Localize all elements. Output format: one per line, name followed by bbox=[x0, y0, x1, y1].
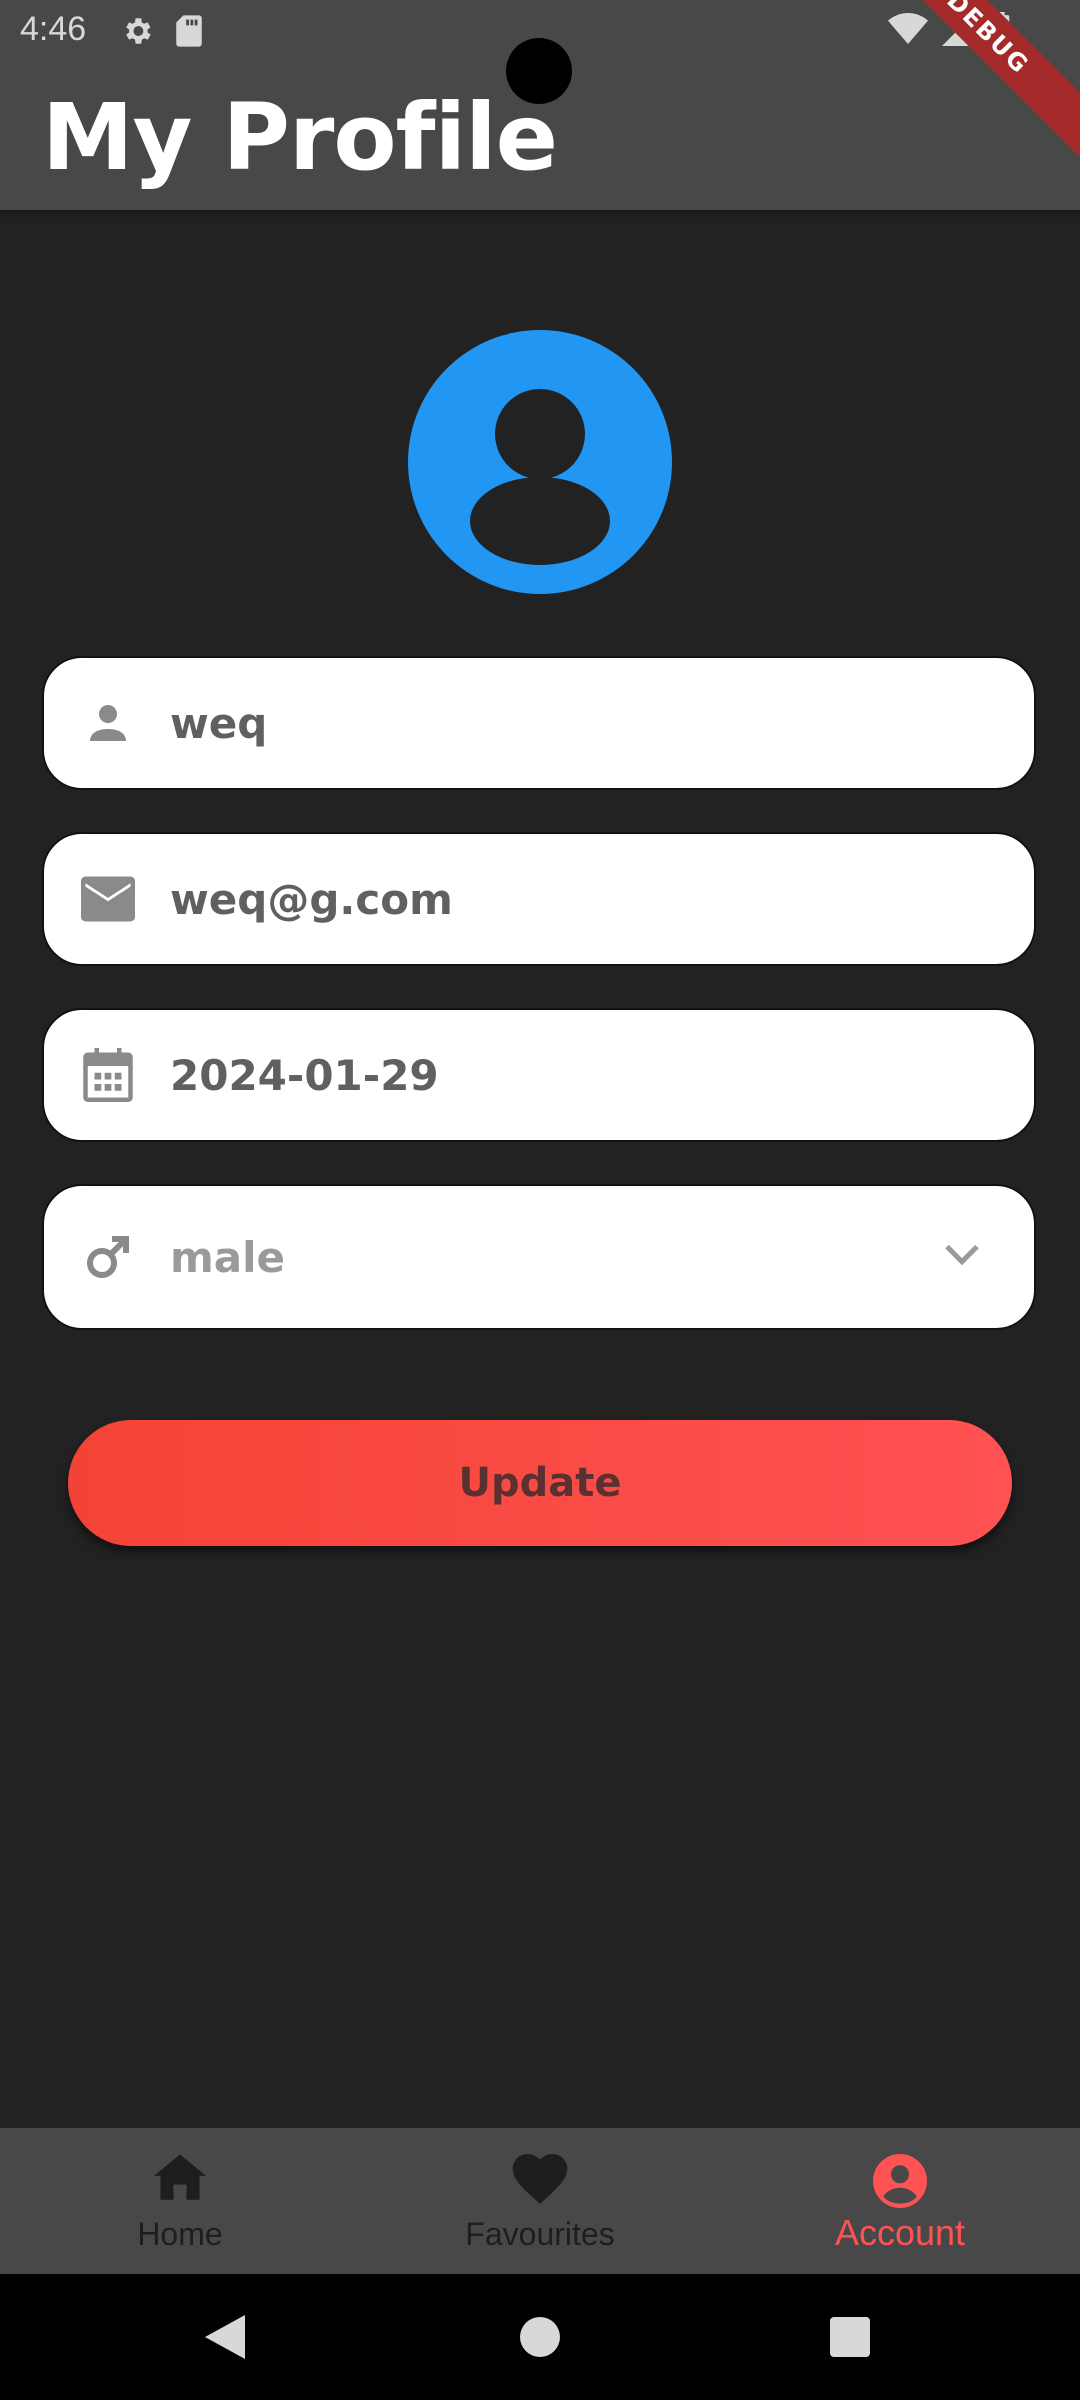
bottom-navigation: Home Favourites Account bbox=[0, 2128, 1080, 2274]
back-button[interactable] bbox=[190, 2274, 260, 2400]
email-field[interactable]: weq@g.com bbox=[42, 832, 1036, 966]
male-symbol-icon bbox=[80, 1229, 136, 1285]
nav-label-account: Account bbox=[834, 2212, 966, 2253]
wifi-icon bbox=[888, 12, 928, 50]
person-icon bbox=[80, 695, 136, 751]
sd-card-icon bbox=[174, 14, 204, 52]
recents-square-icon bbox=[830, 2317, 870, 2357]
recents-button[interactable] bbox=[810, 2274, 890, 2400]
settings-gear-icon bbox=[120, 14, 154, 52]
email-value: weq@g.com bbox=[170, 874, 453, 924]
gender-dropdown[interactable]: male bbox=[42, 1184, 1036, 1330]
camera-cutout bbox=[506, 38, 572, 104]
home-circle-icon bbox=[520, 2317, 560, 2357]
date-of-birth-value: 2024-01-29 bbox=[170, 1050, 439, 1100]
chevron-down-icon[interactable] bbox=[942, 1241, 982, 1273]
update-button[interactable]: Update bbox=[68, 1420, 1012, 1546]
nav-item-favourites[interactable]: Favourites bbox=[360, 2128, 720, 2274]
calendar-icon bbox=[80, 1047, 136, 1103]
home-icon bbox=[154, 2154, 206, 2204]
name-field[interactable]: weq bbox=[42, 656, 1036, 790]
profile-avatar[interactable] bbox=[408, 330, 672, 594]
nav-item-account[interactable]: Account bbox=[720, 2128, 1080, 2274]
heart-icon bbox=[512, 2154, 568, 2208]
nav-item-home[interactable]: Home bbox=[0, 2128, 360, 2274]
account-circle-icon bbox=[873, 2154, 927, 2212]
gender-selected-value: male bbox=[170, 1232, 285, 1282]
person-icon bbox=[470, 389, 610, 565]
email-icon bbox=[80, 871, 136, 927]
nav-label-home: Home bbox=[137, 2216, 223, 2252]
date-of-birth-field[interactable]: 2024-01-29 bbox=[42, 1008, 1036, 1142]
name-value: weq bbox=[170, 698, 268, 748]
back-triangle-icon bbox=[205, 2315, 245, 2359]
status-icons-left bbox=[120, 14, 204, 52]
page-title: My Profile bbox=[42, 84, 558, 191]
system-navigation-bar bbox=[0, 2274, 1080, 2400]
status-time: 4:46 bbox=[20, 10, 87, 48]
nav-label-favourites: Favourites bbox=[465, 2216, 615, 2252]
home-button[interactable] bbox=[500, 2274, 580, 2400]
